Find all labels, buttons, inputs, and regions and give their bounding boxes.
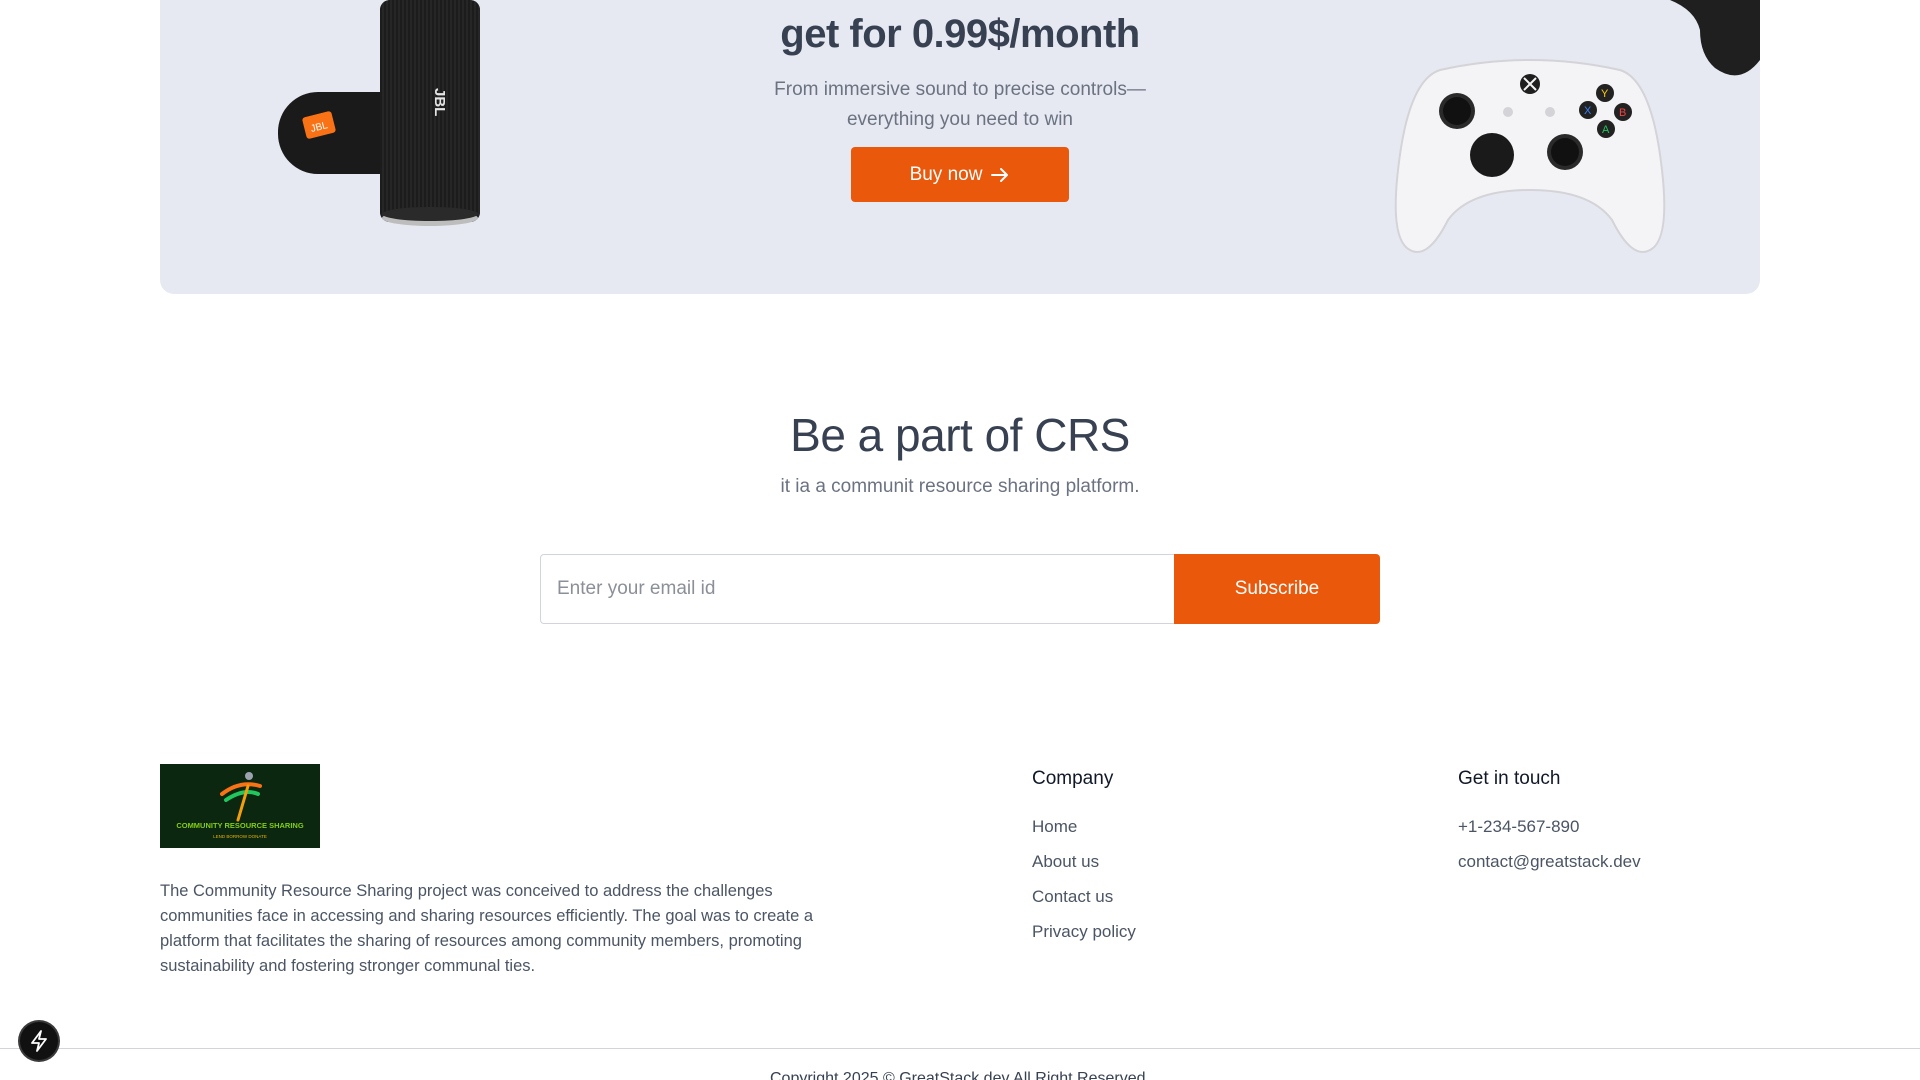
game-controller-image: Y X B A	[1394, 59, 1666, 253]
dev-tools-badge[interactable]	[20, 1022, 58, 1060]
lightning-bolt-icon	[31, 1030, 47, 1052]
subscribe-button[interactable]: Subscribe	[1174, 554, 1380, 624]
copyright-text: Copyright 2025 © GreatStack.dev All Righ…	[770, 1070, 1150, 1080]
promo-banner: JBL JBL get for 0.99$/month From immersi…	[160, 0, 1760, 294]
buy-now-label: Buy now	[909, 163, 983, 185]
email-input[interactable]	[540, 554, 1174, 624]
footer-link-home[interactable]: Home	[1032, 814, 1136, 849]
svg-text:X: X	[1584, 105, 1592, 117]
footer-link-privacy-label[interactable]: Privacy policy	[1032, 922, 1136, 941]
company-heading: Company	[1032, 768, 1114, 789]
contact-heading: Get in touch	[1458, 768, 1561, 789]
newsletter-section: Be a part of CRS it ia a communit resour…	[0, 408, 1920, 624]
footer-link-privacy[interactable]: Privacy policy	[1032, 919, 1136, 954]
banner-subtitle-line1: From immersive sound to precise controls…	[774, 79, 1146, 100]
footer-link-about[interactable]: About us	[1032, 849, 1136, 884]
crs-logo[interactable]: COMMUNITY RESOURCE SHARING LEND BORROW D…	[160, 764, 320, 848]
footer-contact-column: Get in touch +1-234-567-890 contact@grea…	[1458, 768, 1641, 884]
footer-divider	[0, 1048, 1920, 1049]
banner-subtitle-line2: everything you need to win	[846, 109, 1074, 130]
svg-text:Y: Y	[1601, 88, 1609, 100]
footer-description: The Community Resource Sharing project w…	[160, 882, 814, 975]
contact-email: contact@greatstack.dev	[1458, 852, 1641, 871]
footer-link-home-label[interactable]: Home	[1032, 817, 1077, 836]
newsletter-title: Be a part of CRS	[790, 409, 1130, 461]
footer-company-column: Company Home About us Contact us Privacy…	[1032, 768, 1136, 954]
svg-text:A: A	[1602, 124, 1610, 136]
svg-text:B: B	[1619, 107, 1626, 119]
logo-text: COMMUNITY RESOURCE SHARING	[176, 821, 304, 830]
newsletter-subtitle: it ia a communit resource sharing platfo…	[780, 476, 1140, 497]
footer-link-contact-label[interactable]: Contact us	[1032, 887, 1113, 906]
arrow-right-icon	[991, 167, 1009, 182]
controller-corner-image	[1670, 0, 1760, 76]
footer-link-contact[interactable]: Contact us	[1032, 884, 1136, 919]
buy-now-button[interactable]: Buy now	[851, 147, 1069, 202]
footer-link-about-label[interactable]: About us	[1032, 852, 1099, 871]
contact-phone: +1-234-567-890	[1458, 817, 1580, 836]
subscribe-form: Subscribe	[540, 554, 1380, 624]
logo-tagline: LEND BORROW DONATE	[213, 834, 267, 839]
